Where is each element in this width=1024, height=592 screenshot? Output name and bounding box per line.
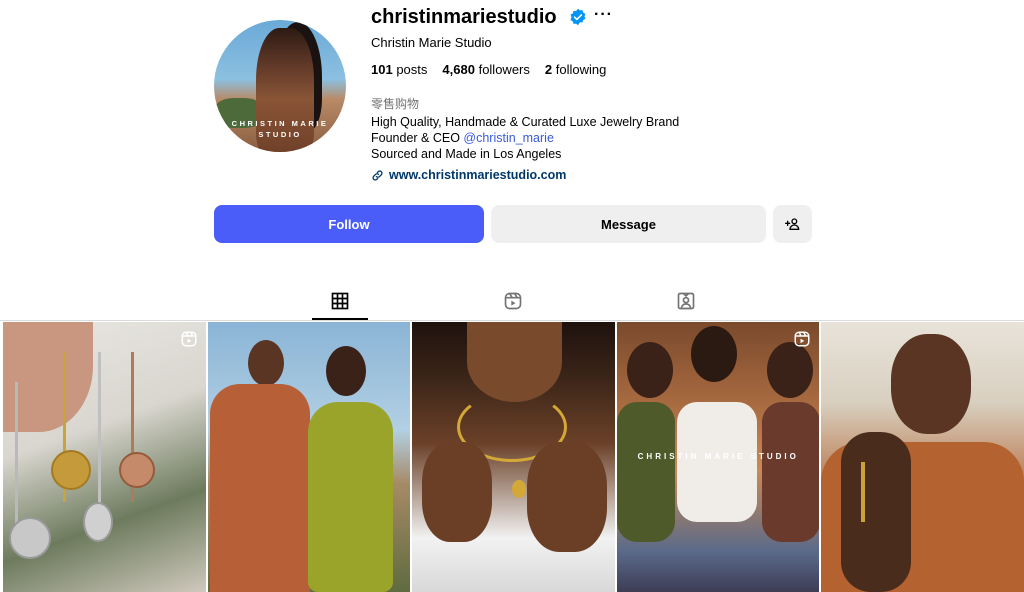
following-stat[interactable]: 2 following xyxy=(545,62,606,77)
profile-bio: High Quality, Handmade & Curated Luxe Je… xyxy=(371,114,679,162)
neck-shape xyxy=(467,322,563,402)
arm xyxy=(841,432,912,592)
man-head xyxy=(247,340,284,386)
post-tile-3[interactable] xyxy=(412,322,615,592)
bio-line-2-prefix: Founder & CEO xyxy=(371,131,464,145)
reel-indicator-icon xyxy=(181,331,197,347)
pendant-silver-1 xyxy=(9,517,51,559)
bio-line-3: Sourced and Made in Los Angeles xyxy=(371,147,562,161)
man-shirt xyxy=(209,384,310,592)
white-top xyxy=(676,402,757,522)
followers-stat[interactable]: 4,680 followers xyxy=(442,62,529,77)
post-tile-2[interactable] xyxy=(207,322,411,592)
post-tile-5[interactable] xyxy=(821,322,1024,592)
tagged-icon xyxy=(677,292,695,310)
tabs-divider xyxy=(0,320,1024,321)
website-link[interactable]: www.christinmariestudio.com xyxy=(371,168,566,182)
grid-icon xyxy=(331,292,349,310)
reels-icon xyxy=(504,292,522,310)
avatar-watermark-line2: STUDIO xyxy=(258,130,302,139)
more-options-button[interactable]: ··· xyxy=(594,6,613,24)
olive-top xyxy=(616,402,675,542)
profile-page: CHRISTIN MARIE STUDIO christinmariestudi… xyxy=(0,0,1024,592)
profile-category: 零售购物 xyxy=(371,97,420,111)
chain-3 xyxy=(98,352,101,522)
pendant-silver-2 xyxy=(83,502,113,542)
woman-head xyxy=(325,346,366,396)
verified-badge-icon xyxy=(570,8,586,26)
follow-button[interactable]: Follow xyxy=(214,205,484,243)
reel-indicator-icon xyxy=(794,331,810,347)
chain xyxy=(861,462,866,522)
website-url: www.christinmariestudio.com xyxy=(389,168,567,182)
add-person-icon xyxy=(784,218,799,230)
woman-dress xyxy=(307,402,393,592)
chain-1 xyxy=(15,382,18,532)
posts-stat: 101 posts xyxy=(371,62,427,77)
profile-avatar[interactable]: CHRISTIN MARIE STUDIO xyxy=(214,20,346,152)
hand-left xyxy=(422,442,493,542)
posts-label: posts xyxy=(396,62,428,77)
profile-full-name: Christin Marie Studio xyxy=(371,35,492,50)
hand-right xyxy=(527,442,608,552)
pendant-gold xyxy=(51,450,91,490)
posts-count: 101 xyxy=(371,62,393,77)
brown-top xyxy=(761,402,820,542)
profile-stats: 101 posts 4,680 followers 2 following xyxy=(371,62,606,77)
person-3-head xyxy=(766,342,813,398)
bio-line-1: High Quality, Handmade & Curated Luxe Je… xyxy=(371,115,680,129)
tab-posts[interactable] xyxy=(328,289,352,313)
pendant-rose xyxy=(119,452,155,488)
tile-watermark: CHRISTIN MARIE STUDIO xyxy=(637,452,799,461)
pendant-coin xyxy=(512,480,527,498)
post-tile-1[interactable] xyxy=(3,322,206,592)
posts-grid: CHRISTIN MARIE STUDIO xyxy=(3,322,1024,592)
followers-label: followers xyxy=(478,62,530,77)
profile-username: christinmariestudio xyxy=(371,6,557,28)
post-tile-4[interactable]: CHRISTIN MARIE STUDIO xyxy=(616,322,820,592)
person-1-head xyxy=(626,342,673,398)
man-head xyxy=(891,334,972,434)
tab-tagged[interactable] xyxy=(674,289,698,313)
link-icon xyxy=(372,169,383,181)
tab-reels[interactable] xyxy=(501,289,525,313)
followers-count: 4,680 xyxy=(442,62,475,77)
founder-mention-link[interactable]: @christin_marie xyxy=(463,131,554,145)
following-label: following xyxy=(555,62,607,77)
person-2-head xyxy=(690,326,737,382)
suggested-accounts-button[interactable] xyxy=(773,205,812,243)
avatar-watermark-line1: CHRISTIN MARIE xyxy=(231,119,329,128)
message-button[interactable]: Message xyxy=(491,205,766,243)
following-count: 2 xyxy=(544,62,553,77)
bio-line-2: Founder & CEO @christin_marie xyxy=(371,130,679,146)
